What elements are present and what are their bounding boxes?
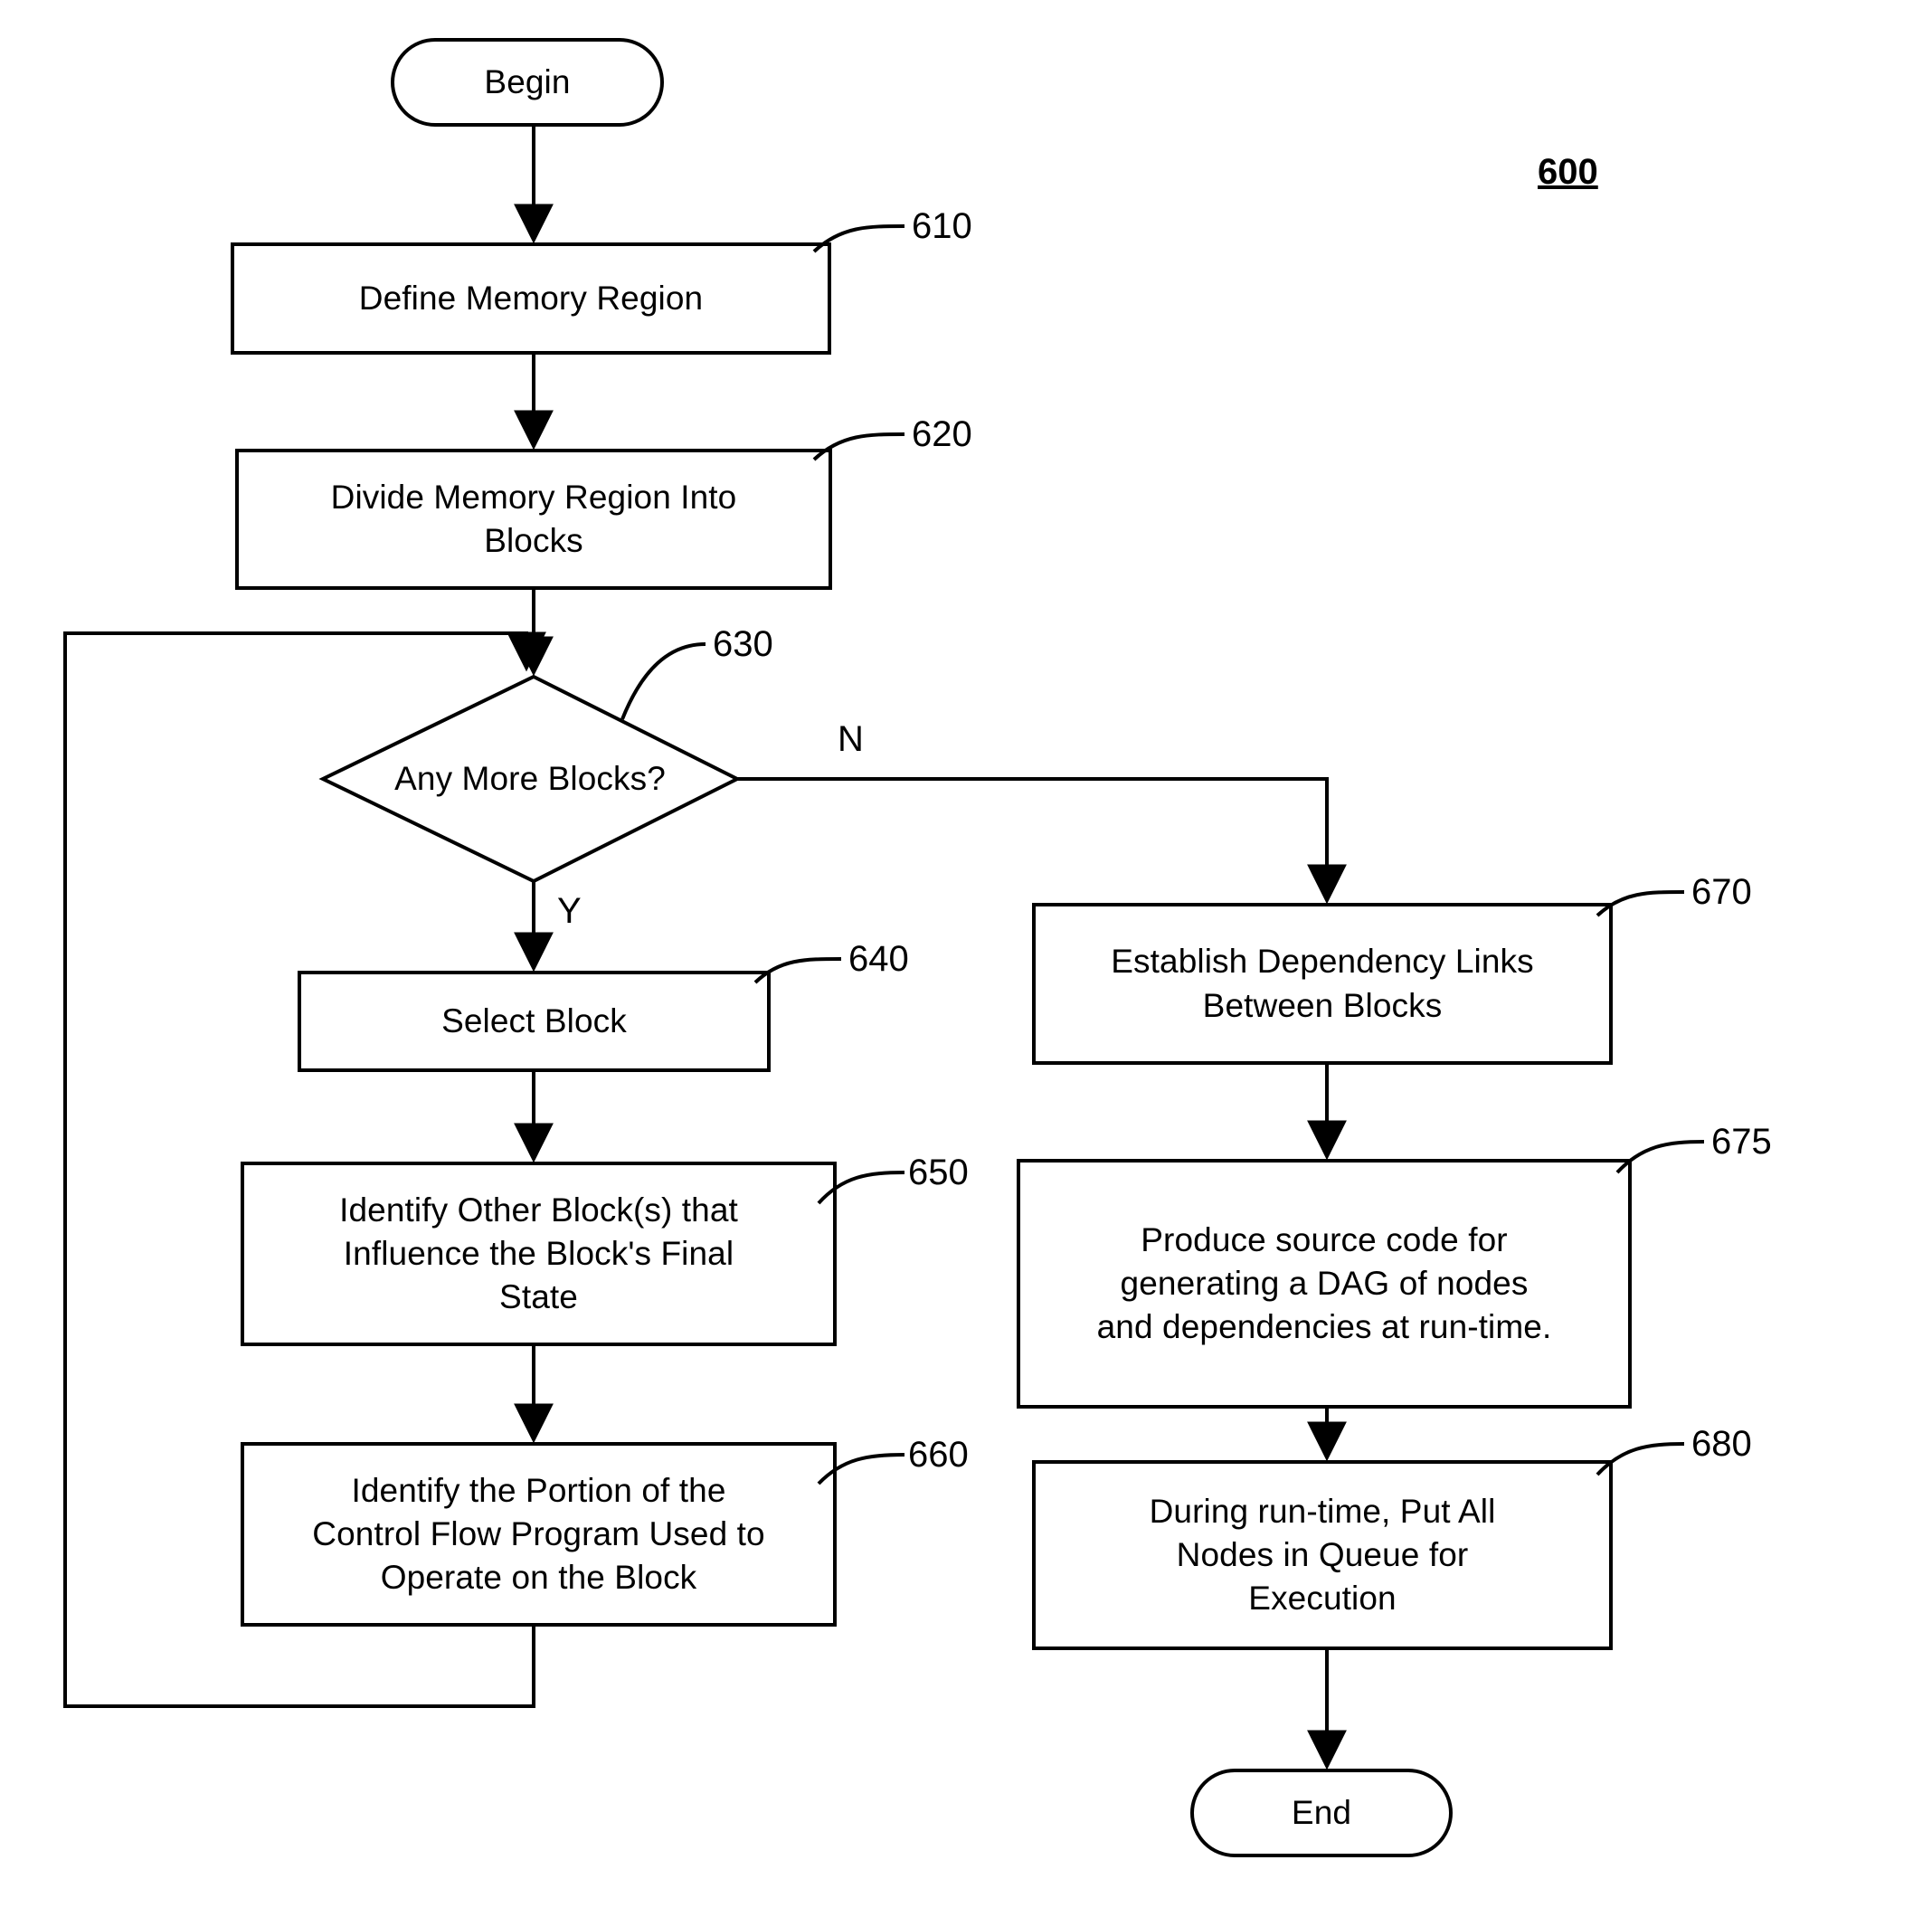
node-610-label: Define Memory Region	[358, 279, 704, 317]
node-650-label: Identify Other Block(s) that Influence t…	[339, 1191, 738, 1316]
node-680-label: During run-time, Put All Nodes in Queue …	[1149, 1492, 1496, 1618]
node-begin-label: Begin	[484, 62, 571, 100]
ref-630: 630	[713, 624, 773, 664]
ref-640: 640	[848, 939, 909, 979]
edge-label-yes: Y	[557, 891, 582, 931]
ref-680: 680	[1691, 1424, 1752, 1464]
leader-630	[620, 642, 706, 720]
ref-675: 675	[1711, 1122, 1772, 1162]
node-640-label: Select Block	[441, 1001, 627, 1039]
node-620-label: Divide Memory Region Into Blocks	[330, 478, 737, 559]
edge-630-670-no	[737, 777, 1347, 905]
node-630-label: Any More Blocks?	[394, 759, 666, 797]
node-675-label: Produce source code for generating a DAG…	[1096, 1220, 1552, 1346]
node-end-label: End	[1291, 1793, 1352, 1831]
edge-label-no: N	[838, 719, 864, 759]
figure-number: 600	[1538, 152, 1598, 192]
ref-660: 660	[908, 1435, 969, 1475]
ref-620: 620	[912, 414, 972, 454]
flowchart-figure: 600 Begin Define Memory Region Divide Me…	[0, 0, 1932, 1917]
ref-670: 670	[1691, 872, 1752, 912]
node-670-label: Establish Dependency Links Between Block…	[1111, 943, 1534, 1024]
ref-610: 610	[912, 206, 972, 246]
node-660-label: Identify the Portion of the Control Flow…	[312, 1471, 765, 1597]
ref-650: 650	[908, 1153, 969, 1192]
